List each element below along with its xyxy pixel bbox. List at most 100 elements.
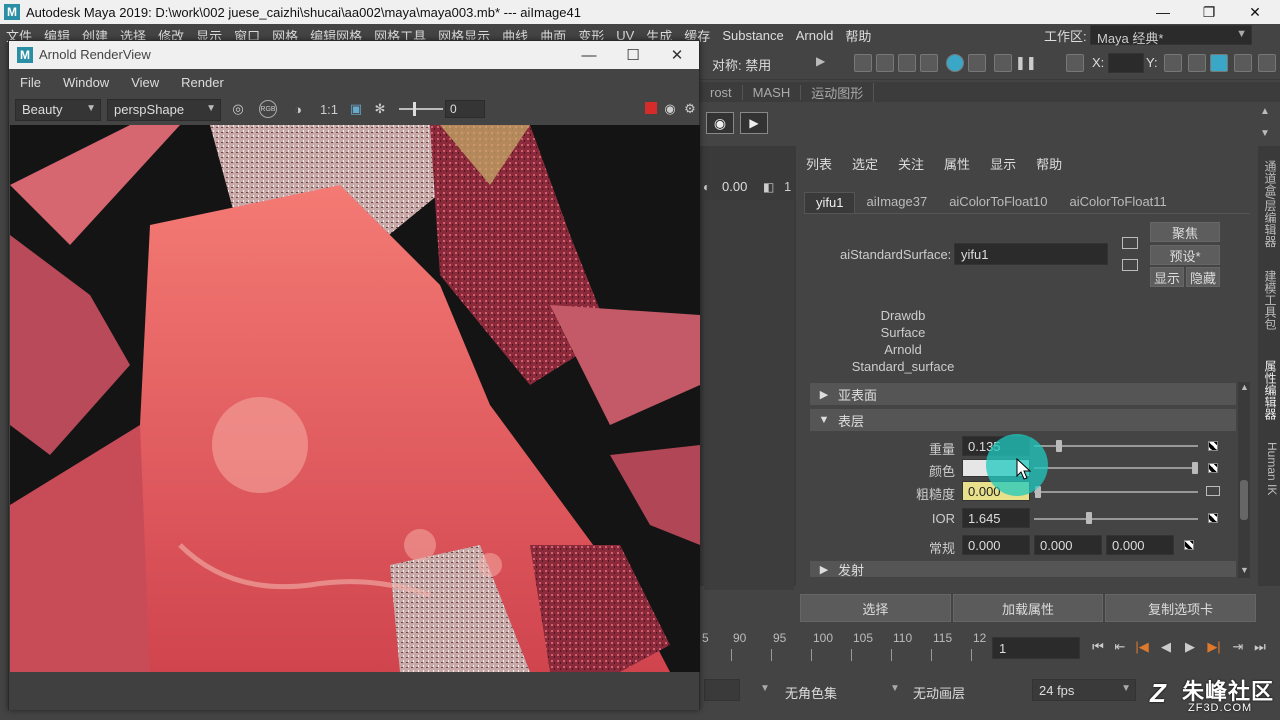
ipr-signal-icon[interactable]: ◉: [661, 100, 679, 118]
load-attributes-button[interactable]: 加载属性: [952, 594, 1104, 622]
step-forward-frame-icon[interactable]: ▶|: [1204, 638, 1224, 656]
shelf-tab-mash[interactable]: MASH: [743, 84, 802, 100]
scroll-up-icon[interactable]: ▲: [1260, 106, 1270, 117]
ae-menu-help[interactable]: 帮助: [1030, 154, 1068, 174]
exposure-field[interactable]: 0: [445, 100, 485, 118]
tab-yifu1[interactable]: yifu1: [804, 192, 856, 213]
step-back-frame-icon[interactable]: |◀: [1132, 638, 1152, 656]
ipr-render-icon[interactable]: [898, 54, 916, 72]
shelf-tab-motion-graphics[interactable]: 运动图形: [801, 82, 875, 102]
minimize-button[interactable]: —: [1140, 0, 1186, 24]
show-button[interactable]: 显示: [1150, 267, 1184, 287]
side-tab-modeling-toolkit[interactable]: 建模工具包: [1259, 270, 1279, 330]
play-backwards-icon[interactable]: ◀: [1156, 638, 1176, 656]
aov-dropdown[interactable]: Beauty ▼: [15, 99, 101, 121]
select-button[interactable]: 选择: [800, 594, 951, 622]
x-coordinate-field[interactable]: [1108, 53, 1144, 73]
arv-menu-window[interactable]: Window: [52, 75, 120, 90]
workspace-dropdown[interactable]: Maya 经典* ▼: [1090, 25, 1252, 46]
modeling-toolkit-icon[interactable]: [1164, 54, 1182, 72]
render-icon[interactable]: [854, 54, 872, 72]
channel-box-icon[interactable]: [1258, 54, 1276, 72]
exposure-icon[interactable]: ✻: [371, 100, 389, 118]
arv-menu-render[interactable]: Render: [170, 75, 235, 90]
tab-aiimage37[interactable]: aiImage37: [855, 192, 938, 213]
tab-aicolortofloat10[interactable]: aiColorToFloat10: [938, 192, 1058, 213]
scroll-up-arrow-icon[interactable]: ▲: [1240, 382, 1249, 392]
arv-minimize-button[interactable]: —: [569, 44, 609, 66]
coat-color-slider[interactable]: [1034, 467, 1198, 469]
arv-maximize-button[interactable]: ☐: [613, 44, 653, 66]
coat-ior-slider[interactable]: [1034, 518, 1198, 520]
scroll-down-icon[interactable]: ▼: [1260, 128, 1270, 139]
scroll-down-arrow-icon[interactable]: ▼: [1240, 565, 1249, 575]
step-forward-key-icon[interactable]: ⇥: [1228, 638, 1248, 656]
maximize-button[interactable]: ❐: [1186, 0, 1232, 24]
exposure-slider-handle[interactable]: [413, 102, 416, 116]
section-coat[interactable]: ▼ 表层: [810, 409, 1236, 431]
coat-color-slider-handle[interactable]: [1192, 462, 1198, 474]
human-ik-icon[interactable]: [1188, 54, 1206, 72]
copy-tab-button[interactable]: 复制选项卡: [1105, 594, 1257, 622]
coat-ior-field[interactable]: 1.645: [962, 508, 1030, 528]
pause-viewport-icon[interactable]: ❚❚: [1014, 54, 1037, 72]
ae-menu-selected[interactable]: 选定: [846, 154, 884, 174]
menu-help[interactable]: 帮助: [839, 26, 877, 45]
go-to-start-icon[interactable]: ⏮: [1088, 638, 1108, 656]
key-icon[interactable]: ◐: [703, 180, 717, 194]
close-button[interactable]: ✕: [1232, 0, 1278, 24]
coat-normal-y-field[interactable]: 0.000: [1034, 535, 1102, 555]
ratio-button[interactable]: 1:1: [317, 100, 341, 118]
shelf-tab-xgen[interactable]: rost: [700, 84, 743, 100]
stop-render-button[interactable]: [645, 102, 657, 114]
hide-button[interactable]: 隐藏: [1186, 267, 1220, 287]
map-texture-icon[interactable]: [1208, 463, 1218, 473]
section-emission[interactable]: ▶ 发射: [810, 561, 1236, 577]
hypershade-icon[interactable]: [946, 54, 964, 72]
separator-arrow-icon[interactable]: ▶: [816, 54, 825, 72]
character-set-dropdown[interactable]: 无角色集: [778, 679, 878, 701]
render-view-canvas[interactable]: [10, 125, 700, 672]
graph-area[interactable]: [704, 200, 794, 590]
settings-gear-icon[interactable]: ⚙: [681, 100, 699, 118]
map-texture-icon[interactable]: [1208, 441, 1218, 451]
side-tab-attribute-editor[interactable]: 属性编辑器: [1259, 360, 1279, 420]
coat-ior-slider-handle[interactable]: [1086, 512, 1092, 524]
symmetry-label[interactable]: 对称: 禁用: [712, 55, 771, 74]
output-connection-icon[interactable]: [1122, 259, 1138, 271]
anim-layer-dropdown[interactable]: 无动画层: [906, 679, 1010, 701]
exposure-slider[interactable]: [399, 108, 443, 110]
map-texture-icon[interactable]: [1184, 540, 1194, 550]
presets-button[interactable]: 预设*: [1150, 245, 1220, 265]
coat-normal-z-field[interactable]: 0.000: [1106, 535, 1174, 555]
step-icon[interactable]: ◧: [763, 180, 774, 194]
ae-menu-attributes[interactable]: 属性: [938, 154, 976, 174]
connected-map-icon[interactable]: [1206, 486, 1220, 496]
frame-value[interactable]: 0.00: [722, 179, 747, 194]
section-subsurface[interactable]: ▶ 亚表面: [810, 383, 1236, 405]
fps-dropdown[interactable]: 24 fps ▼: [1032, 679, 1136, 701]
ab-compare-icon[interactable]: ◑: [289, 100, 307, 118]
tab-aicolortofloat11[interactable]: aiColorToFloat11: [1058, 192, 1177, 213]
frame-region-icon[interactable]: ▣: [347, 100, 365, 118]
play-forwards-icon[interactable]: ▶: [1180, 638, 1200, 656]
render-sequence-icon[interactable]: [876, 54, 894, 72]
tool-settings-icon[interactable]: [1234, 54, 1252, 72]
rgb-channels-icon[interactable]: RGB: [259, 100, 277, 118]
coat-normal-x-field[interactable]: 0.000: [962, 535, 1030, 555]
crosshair-icon[interactable]: ◎: [229, 100, 247, 118]
light-editor-icon[interactable]: [994, 54, 1012, 72]
camera-dropdown[interactable]: perspShape ▼: [107, 99, 221, 121]
chevron-down-icon[interactable]: ▼: [760, 683, 770, 694]
chevron-down-icon[interactable]: ▼: [890, 683, 900, 694]
menu-substance[interactable]: Substance: [716, 28, 789, 43]
menu-arnold[interactable]: Arnold: [790, 28, 840, 43]
go-to-end-icon[interactable]: ⏭: [1250, 638, 1270, 656]
current-frame-field[interactable]: 1: [992, 637, 1080, 659]
map-texture-icon[interactable]: [1208, 513, 1218, 523]
coat-weight-slider-handle[interactable]: [1056, 440, 1062, 452]
step-back-key-icon[interactable]: ⇤: [1110, 638, 1130, 656]
attribute-editor-icon[interactable]: [1210, 54, 1228, 72]
arv-menu-view[interactable]: View: [120, 75, 170, 90]
play-icon[interactable]: ▶: [740, 112, 768, 134]
